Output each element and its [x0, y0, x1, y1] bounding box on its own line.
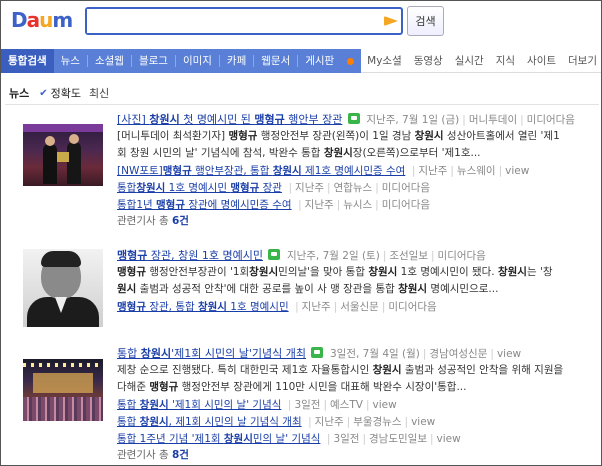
secondary-nav: My소셜 동영상 실시간 지식 사이트 더보기	[361, 49, 601, 73]
nav-item-realtime[interactable]: 실시간	[449, 53, 490, 68]
nav-item-knowledge[interactable]: 지식	[490, 53, 521, 68]
related-article: 통합 창원시, 제1회 시민의 날 기념식 개최 | 지난주 | 부울경뉴스 | view	[117, 416, 436, 428]
news-snippet: 원시 출범과 성공적 안착'에 대한 공로를 높이 사 맹 장관을 통합 창원시…	[117, 283, 499, 295]
nav-bar: 통합검색 뉴스 소셜웹 블로그 이미지 카페 웹문서 게시판 My소셜 동영상 …	[1, 49, 601, 73]
nav-item-site[interactable]: 사이트	[521, 53, 562, 68]
new-dot-icon	[347, 57, 355, 65]
news-content: 통합 창원시'제1회 시민의 날'기념식 개최 3일전, 7월 4일 (월) | 경…	[117, 345, 597, 464]
news-snippet: 다해준 맹형규 행정안전부 장관에게 110만 시민을 대표해 박완수 시장이'…	[117, 381, 467, 393]
nav-item-video[interactable]: 동영상	[408, 53, 449, 68]
media-daum-icon	[347, 113, 360, 124]
logo-letter: u	[39, 8, 53, 32]
related-link[interactable]: 통합창원시 1호 명예시민 맹형규 장관	[117, 182, 282, 194]
news-thumbnail[interactable]	[23, 124, 103, 186]
news-content: 맹형규 장관, 창원 1호 명예시민 지난주, 7월 2일 (토) | 조선일보 | 미…	[117, 247, 597, 315]
news-content: [사진] 창원시 첫 명예시민 된 맹형규 행안부 장관 지난주, 7월 1일 …	[117, 111, 597, 230]
related-link[interactable]: 통합1년 맹형규 장관에 명예시민증 수여	[117, 199, 292, 211]
sort-latest[interactable]: 최신	[89, 85, 109, 101]
news-meta: 3일전, 7월 4일 (월) | 경남여성신문 | view	[329, 348, 522, 360]
related-article: 통합 1주년 기념 '제1회 창원시민의 날' 기념식 | 3일전 | 경남도민일보 |…	[117, 433, 461, 445]
news-snippet: 회 창원 시민의 날' 기념식에 참석, 박완수 통합 창원시장(오른쪽)으로부…	[117, 147, 481, 159]
related-article: 맹형규 장관, 통합 창원시 1호 명예시민 | 지난주 | 서울신문 | 미디어다음	[117, 301, 437, 313]
related-count[interactable]: 관련기사 총 8건	[117, 447, 597, 464]
news-thumbnail[interactable]	[23, 249, 103, 327]
nav-item-cafe[interactable]: 카페	[220, 49, 253, 73]
news-headline[interactable]: 통합 창원시'제1회 시민의 날'기념식 개최	[117, 347, 306, 360]
news-thumbnail[interactable]	[23, 359, 103, 421]
related-article: 통합1년 맹형규 장관에 명예시민증 수여 | 지난주 | 뉴시스 | 미디어다음	[117, 199, 431, 211]
nav-item-blog[interactable]: 블로그	[132, 49, 175, 73]
section-title: 뉴스	[9, 87, 30, 100]
nav-item-news[interactable]: 뉴스	[54, 49, 87, 73]
related-article: 통합 창원시 '제1회 시민의 날' 기념식 | 3일전 | 예스TV | view	[117, 399, 397, 411]
related-article: [NW포토]맹형규 행안부장관, 통합 창원시 제1호 명예시민증 수여 | 지난…	[117, 165, 530, 177]
related-link[interactable]: 맹형규 장관, 통합 창원시 1호 명예시민	[117, 301, 289, 313]
nav-item-social[interactable]: 소셜웹	[88, 49, 131, 73]
primary-nav: 통합검색 뉴스 소셜웹 블로그 이미지 카페 웹문서 게시판	[1, 49, 362, 73]
divider	[5, 104, 599, 105]
news-snippet: 맹형규 행정안전부장관이 '1회창원시민의날'을 맞아 통합 창원시 1호 명예…	[117, 266, 553, 278]
page-frame: D a u m 검색 통합검색 뉴스 소셜웹 블로그 이미지 카페 웹문서 게시…	[0, 0, 602, 466]
news-meta: 지난주, 7월 1일 (금) | 머니투데이 | 미디어다음	[366, 114, 575, 126]
news-snippet: [머니투데이 최석환기자] 맹형규 행정안전부 장관(왼쪽)이 1일 경남 창원…	[117, 130, 560, 142]
check-icon: ✔	[39, 87, 48, 99]
daum-logo[interactable]: D a u m	[11, 7, 73, 33]
related-link[interactable]: [NW포토]맹형규 행안부장관, 통합 창원시 제1호 명예시민증 수여	[117, 165, 405, 177]
related-link[interactable]: 통합 창원시 '제1회 시민의 날' 기념식	[117, 399, 281, 411]
related-link[interactable]: 통합 1주년 기념 '제1회 창원시민의 날' 기념식	[117, 433, 320, 445]
related-link[interactable]: 통합 창원시, 제1회 시민의 날 기념식 개최	[117, 416, 302, 428]
news-snippet: 제창 순으로 진행됐다. 특히 대한민국 제1호 자율통합시인 창원시 출범과 …	[117, 364, 564, 376]
related-article: 통합창원시 1호 명예시민 맹형규 장관 | 지난주 | 연합뉴스 | 미디어다음	[117, 182, 431, 194]
news-filter: 뉴스 ✔ 정확도 최신	[9, 85, 117, 101]
nav-item-board[interactable]: 게시판	[298, 49, 341, 73]
search-box	[85, 7, 403, 35]
media-daum-icon	[311, 347, 324, 358]
search-input[interactable]	[87, 9, 377, 33]
search-suggest-arrow-icon[interactable]	[384, 16, 398, 26]
news-headline[interactable]: 맹형규 장관, 창원 1호 명예시민	[117, 249, 263, 262]
nav-item-more[interactable]: 더보기	[562, 53, 601, 68]
logo-letter: a	[26, 8, 40, 32]
news-meta: 지난주, 7월 2일 (토) | 조선일보 | 미디어다음	[286, 250, 486, 262]
related-count[interactable]: 관련기사 총 6건	[117, 213, 597, 230]
logo-letter: m	[52, 8, 73, 32]
nav-item-webdoc[interactable]: 웹문서	[254, 49, 297, 73]
logo-letter: D	[11, 8, 28, 32]
media-daum-icon	[268, 249, 281, 260]
sort-accuracy[interactable]: 정확도	[51, 85, 81, 101]
nav-item-all[interactable]: 통합검색	[1, 49, 54, 73]
nav-item-mysocial[interactable]: My소셜	[361, 53, 408, 68]
nav-item-image[interactable]: 이미지	[176, 49, 219, 73]
search-button[interactable]: 검색	[407, 6, 444, 36]
news-headline[interactable]: [사진] 창원시 첫 명예시민 된 맹형규 행안부 장관	[117, 113, 342, 126]
